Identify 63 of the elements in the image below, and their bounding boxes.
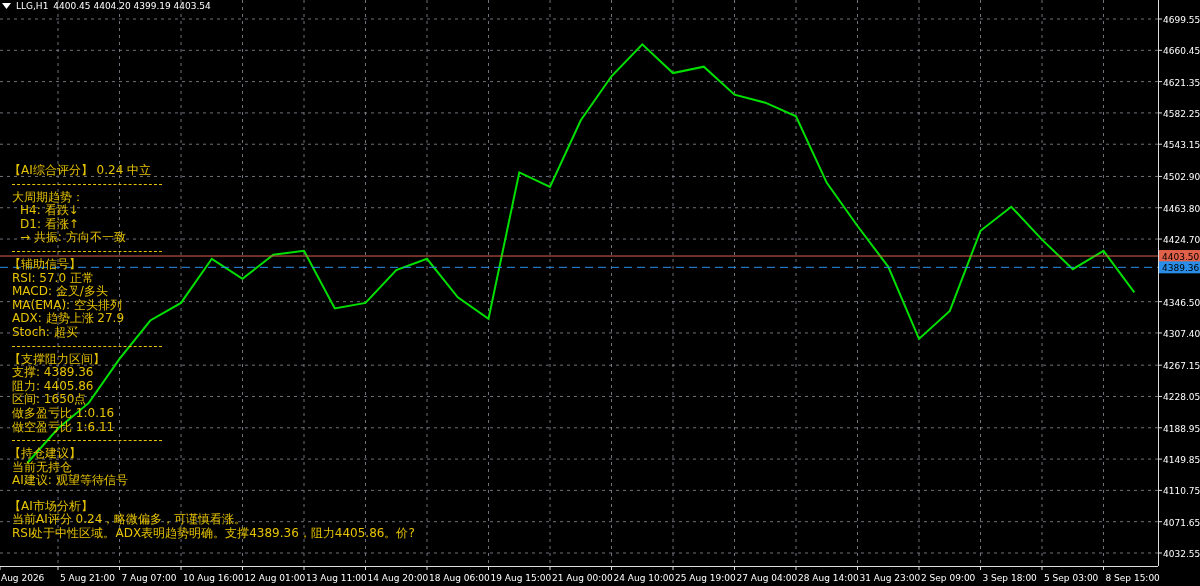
axis-label: 31 Aug 23:00 [859, 573, 921, 583]
axis-label: 4149.85 [1163, 455, 1200, 466]
axis-label: 18 Aug 06:00 [429, 573, 490, 583]
signal-text: 【辅助信号】 [9, 257, 81, 272]
axis-label: 25 Aug 19:00 [675, 573, 736, 583]
axis-label: 4621.35 [1163, 77, 1200, 88]
signal-text: 做多盈亏比 1:0.16 [12, 406, 115, 421]
signal-text: Stoch: 超买 [12, 325, 78, 340]
axis-label: 19 Aug 15:00 [490, 573, 552, 583]
axis-label: 4032.55 [1163, 549, 1200, 559]
axis-label: 4424.70 [1163, 235, 1200, 246]
axis-label: 12 Aug 01:00 [244, 573, 306, 583]
axis-label: Aug 2026 [1, 573, 45, 583]
axis-label: 10 Aug 16:00 [183, 573, 244, 583]
price-tag: 4403.50 [1159, 250, 1200, 262]
axis-label: 2 Sep 09:00 [921, 573, 976, 583]
signal-text: 【AI综合评分】 0.24 中立 [9, 164, 152, 178]
axis-label: 4660.45 [1163, 46, 1200, 57]
signal-text: RSI处于中性区域。ADX表明趋势明确。支撑4389.36，阻力4405.86。价? [12, 527, 415, 541]
signal-text: 【支撑阻力区间】 [9, 352, 105, 366]
signal-text: 区间: 1650点 [12, 393, 87, 407]
signal-text: → 共振: 方向不一致 [19, 231, 126, 245]
signal-text: ADX: 趋势上涨 27.9 [12, 312, 125, 326]
axis-label: 27 Aug 04:00 [736, 573, 798, 583]
axis-label: 4699.55 [1163, 15, 1200, 25]
signal-text: 大周期趋势： [12, 190, 84, 204]
axis-label: 5 Sep 03:00 [1044, 573, 1099, 583]
signal-text: AI建议: 观望等待信号 [12, 474, 128, 488]
signal-text: 做空盈亏比 1:6.11 [12, 420, 115, 435]
axis-label: 4346.50 [1163, 297, 1200, 308]
signal-text: 支撑: 4389.36 [12, 366, 94, 380]
axis-label: 3 Sep 18:00 [982, 573, 1037, 583]
axis-label: 7 Aug 07:00 [121, 573, 177, 583]
axis-label: 4228.05 [1163, 392, 1200, 403]
axis-label: 4267.15 [1163, 361, 1200, 372]
axis-label: 4502.90 [1163, 172, 1200, 183]
symbol-label: LLG,H1 [16, 1, 49, 11]
signal-text: 阻力: 4405.86 [12, 379, 94, 393]
axis-label: 28 Aug 14:00 [798, 573, 859, 583]
axis-label: 13 Aug 11:00 [306, 573, 367, 583]
axis-label: 24 Aug 10:00 [613, 573, 675, 583]
axis-label: 4543.15 [1163, 140, 1200, 151]
signal-text: MA(EMA): 空头排列 [12, 298, 122, 312]
signal-text: 当前AI评分 0.24，略微偏多，可谨慎看涨。 [12, 513, 247, 527]
axis-label: 21 Aug 00:00 [552, 573, 613, 583]
collapse-triangle-icon[interactable] [2, 3, 11, 9]
axis-label: 4463.80 [1163, 203, 1200, 214]
axis-label: 5 Aug 21:00 [60, 573, 115, 583]
signal-text: 【AI市场分析】 [9, 499, 93, 513]
signal-text: 当前无持仓 [12, 460, 72, 474]
axis-label: 8 Sep 15:00 [1105, 573, 1160, 583]
quote-text: 4400.45 4404.20 4399.19 4403.54 [53, 1, 211, 11]
axis-label: 4188.95 [1163, 423, 1200, 434]
signal-text: MACD: 金叉/多头 [12, 285, 108, 299]
axis-label: 4582.25 [1163, 108, 1200, 119]
signal-text: H4: 看跌↓ [19, 204, 79, 218]
axis-label: 4071.65 [1163, 517, 1200, 528]
axis-label: 14 Aug 20:00 [367, 573, 429, 583]
signal-text: D1: 看涨↑ [19, 217, 79, 231]
axis-label: 4307.40 [1163, 328, 1200, 339]
axis-label: 4110.75 [1163, 486, 1200, 497]
signal-text: RSI: 57.0 正常 [12, 271, 94, 285]
price-tag: 4389.36 [1159, 261, 1200, 274]
